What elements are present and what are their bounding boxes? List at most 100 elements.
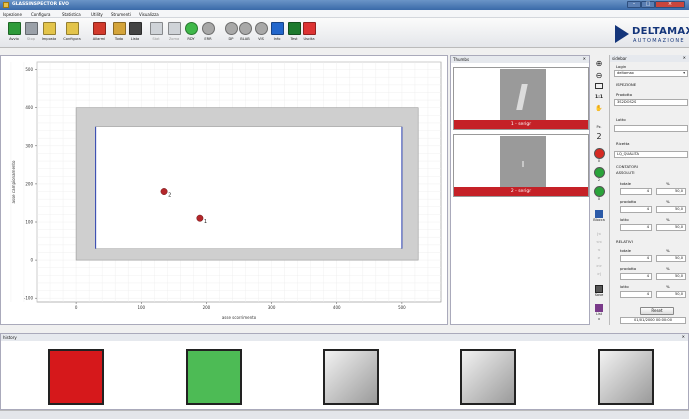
logo-subtitle: AUTOMAZIONE (633, 38, 685, 44)
minimize-button[interactable]: – (627, 1, 641, 8)
rel-prodotto-value: 4 (620, 273, 652, 280)
toolbar-button-uscita[interactable]: Uscita (299, 22, 319, 46)
rel-prodotto-pct-label: % (666, 266, 670, 271)
rel-prodotto-pct: 50,0 (656, 273, 686, 280)
chevron-down-icon: ▾ (683, 71, 685, 75)
history-box-gray[interactable] (323, 349, 379, 405)
toolbar-button-stop[interactable]: Stop (21, 22, 41, 46)
toolbar-button-err[interactable]: ERR (198, 22, 218, 46)
toolbar-button-allarmi[interactable]: Allarmi (89, 22, 109, 46)
y-tick-label: 300 (25, 143, 33, 148)
nav-prev-fast-button[interactable]: << (592, 240, 606, 244)
y-tick-label: 200 (25, 181, 33, 186)
list-button[interactable]: List (592, 304, 606, 316)
blocca-label: Blocca (593, 218, 605, 222)
toolbar-button-stat[interactable]: Stat (146, 22, 166, 46)
datetime-field: 01/01/2000 00:00:00 (620, 317, 686, 324)
blocca-button[interactable]: Blocca (592, 210, 606, 222)
x-tick-label: 100 (137, 305, 145, 310)
y-tick-label: -100 (24, 296, 34, 301)
abs-totale-pct: 50,0 (656, 188, 686, 195)
abs-lotto-label: lotto (620, 217, 629, 222)
deltamax-logo-mark (615, 25, 629, 43)
login-label: Login (616, 64, 627, 69)
menu-statistica[interactable]: Statistica (62, 12, 81, 17)
thumbnail-2[interactable]: 2 - serigr (453, 134, 589, 197)
abs-totale-pct-label: % (666, 181, 670, 186)
login-value: deltamax (617, 71, 634, 75)
defect-map-svg[interactable]: 0 100 200 300 400 500 -100 0 100 200 300 400 500 asse… (1, 56, 447, 324)
defect-point-1 (196, 214, 204, 222)
zoom-out-icon[interactable]: ⊖ (592, 71, 606, 80)
reset-button[interactable]: Reset (640, 307, 674, 315)
play-arrow-icon (8, 22, 21, 35)
menu-ispezione[interactable]: Ispezione (3, 12, 22, 17)
rel-lotto-pct: 50,0 (656, 291, 686, 298)
nav-next-button[interactable]: > (592, 256, 606, 260)
abs-prodotto-pct: 50,0 (656, 206, 686, 213)
toolbar-button-imposta[interactable]: Imposta (39, 22, 59, 46)
menu-utility[interactable]: Utility (91, 12, 103, 17)
x-axis-label: asse scorrimento (222, 315, 257, 320)
fit-icon[interactable] (592, 83, 606, 89)
nav-prev-button[interactable]: < (592, 248, 606, 252)
zoom-in-icon[interactable]: ⊕ (592, 59, 606, 68)
rel-lotto-value: 4 (620, 291, 652, 298)
logo-name: DELTAMAX (632, 26, 689, 37)
zoom-1to1-button[interactable]: 1:1 (592, 95, 606, 100)
close-window-button[interactable]: × (655, 1, 685, 8)
thumbs-close-icon[interactable]: ✕ (583, 56, 586, 61)
sidebar-title: sidebar (612, 56, 627, 61)
defect-map-chart[interactable]: 0 100 200 300 400 500 -100 0 100 200 300 400 500 asse… (0, 55, 448, 325)
ispezione-heading: ISPEZIONE (616, 82, 637, 87)
thumbnail-1[interactable]: 1 - serigr (453, 67, 589, 130)
light-2-count: 2 (597, 178, 601, 182)
traffic-light-icon (129, 22, 142, 35)
history-box-gray[interactable] (598, 349, 654, 405)
alarm-icon (93, 22, 106, 35)
save-button[interactable]: Save (592, 285, 606, 297)
nav-last-button[interactable]: >| (592, 272, 606, 276)
toolbar-button-lista[interactable]: Lista (125, 22, 145, 46)
history-box-gray[interactable] (460, 349, 516, 405)
rel-totale-pct-label: % (666, 248, 670, 253)
defect-point-label: 1 (204, 219, 207, 225)
configure-icon (66, 22, 79, 35)
app-icon (3, 2, 9, 8)
history-box-red[interactable] (48, 349, 104, 405)
status-bar (0, 410, 689, 419)
light-1: 0 (592, 148, 606, 163)
maximize-button[interactable]: □ (641, 1, 655, 8)
stat-icon (150, 22, 163, 35)
history-close-icon[interactable]: ✕ (682, 334, 685, 339)
toolbar-button-configura[interactable]: Configura (62, 22, 82, 46)
rel-totale-value: 4 (620, 255, 652, 262)
close-x-button[interactable]: x (592, 317, 606, 321)
glass-inner (95, 126, 403, 249)
list-label: List (595, 312, 603, 316)
login-select[interactable]: deltamax ▾ (614, 70, 688, 77)
nav-first-button[interactable]: |< (592, 232, 606, 236)
y-tick-label: 0 (30, 258, 33, 263)
lotto-field[interactable] (614, 125, 688, 132)
y-tick-label: 400 (25, 105, 33, 110)
title-bar: GLASSINSPECTOR EVO – □ × (0, 0, 689, 10)
rel-lotto-label: lotto (620, 284, 629, 289)
prodotto-field[interactable]: 3S2DOS2S (614, 99, 688, 106)
history-box-green[interactable] (186, 349, 242, 405)
x-tick-label: 400 (333, 305, 341, 310)
menu-configura[interactable]: Configura (31, 12, 50, 17)
thumbnail-2-label: 2 - serigr (454, 187, 588, 196)
abs-totale-label: totale (620, 181, 632, 186)
settings-doc-icon (43, 22, 56, 35)
pan-icon[interactable]: ✋ (592, 105, 606, 112)
ricetta-field[interactable]: LQ_QUALITA (614, 151, 688, 158)
menu-strumenti[interactable]: Strumenti (111, 12, 131, 17)
menu-visualizza[interactable]: Visualizza (139, 12, 159, 17)
sidebar-panel: sidebar ✕ Login deltamax ▾ ISPEZIONE Prod… (609, 55, 689, 325)
history-title: history (3, 335, 17, 340)
abs-prodotto-value: 4 (620, 206, 652, 213)
sidebar-close-icon[interactable]: ✕ (683, 55, 686, 60)
nav-next-fast-button[interactable]: >> (592, 264, 606, 268)
thumbnail-1-label: 1 - serigr (454, 120, 588, 129)
